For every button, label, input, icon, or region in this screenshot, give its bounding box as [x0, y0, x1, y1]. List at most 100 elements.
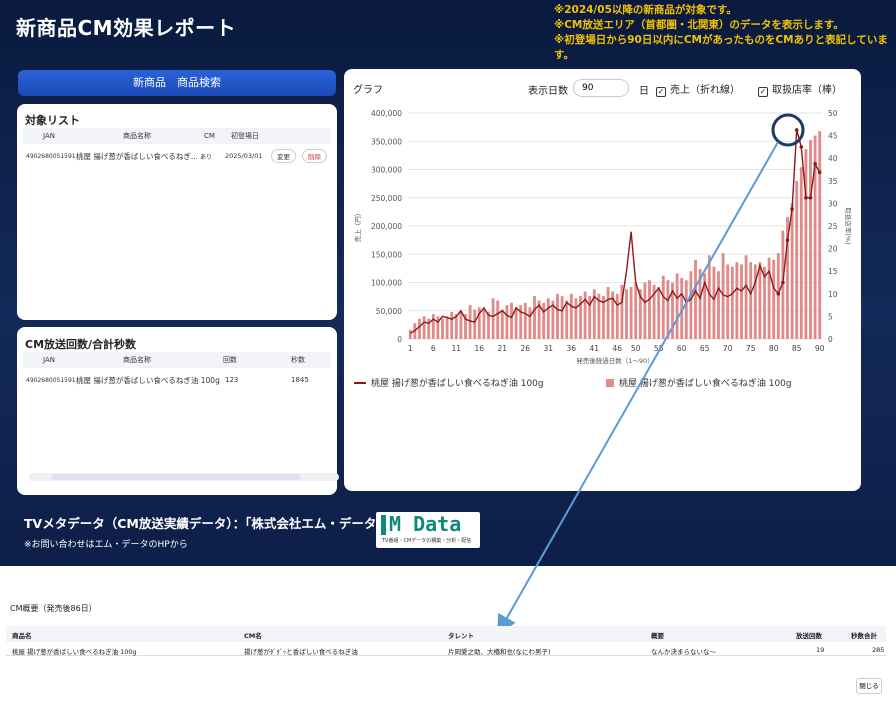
store-rate-bar [721, 253, 725, 339]
close-button[interactable]: 閉じる [856, 678, 882, 694]
note-line: ※初登場日から90日以内にCMがあったものをCMありと表記しています。 [554, 34, 888, 61]
store-rate-bar [491, 298, 495, 339]
store-rate-bar [809, 140, 812, 339]
row-count: 123 [225, 376, 239, 384]
target-list-title: 対象リスト [25, 114, 80, 127]
x-tick-label: 6 [431, 344, 436, 353]
col-product: 商品名 [12, 632, 32, 640]
store-rate-bar [606, 287, 610, 339]
scroll-thumb[interactable] [51, 474, 301, 480]
col-seconds-total: 秒数合計 [851, 632, 877, 640]
days-input[interactable]: 90 [573, 79, 629, 97]
sales-point [813, 162, 817, 166]
store-rate-bar [441, 318, 444, 339]
store-rate-bar [629, 287, 633, 339]
report-page: 新商品CM効果レポート ※2024/05以降の新商品が対象です。 ※CM放送エリ… [0, 0, 896, 704]
col-jan: JAN [43, 356, 55, 364]
store-rate-bar [735, 262, 739, 339]
col-overview: 概要 [651, 632, 664, 640]
store-rate-bar [772, 259, 776, 339]
sales-line [409, 129, 821, 334]
store-rate-bar [634, 282, 638, 339]
summary-header: 商品名 CM名 タレント 概要 放送回数 秒数合計 [6, 626, 886, 642]
store-rate-bar [717, 271, 720, 339]
row-cm: あり [200, 153, 213, 161]
cell-overview: なんか決まらないな〜 [651, 648, 716, 656]
x-tick-label: 80 [769, 344, 779, 353]
x-tick-label: 75 [746, 344, 756, 353]
store-rate-bar [459, 311, 463, 339]
store-rate-bar [666, 280, 670, 339]
row-seconds: 1845 [291, 376, 309, 384]
y-tick-label: 0 [397, 335, 402, 344]
store-rate-bar [528, 307, 532, 339]
col-airings: 放送回数 [796, 632, 822, 640]
product-search-button[interactable]: 新商品 商品検索 [18, 70, 336, 96]
x-tick-label: 70 [723, 344, 733, 353]
y2-tick-label: 0 [828, 335, 833, 344]
note-line: ※2024/05以降の新商品が対象です。 [554, 4, 737, 16]
store-rate-bar [776, 253, 780, 339]
col-date: 初登場日 [231, 132, 259, 140]
store-rate-bar [730, 266, 734, 339]
mdata-logo[interactable]: M Data TV番組・CMデータの構築・分析・配信 [376, 512, 480, 548]
store-rate-bar [657, 287, 661, 339]
cell-seconds-total: 285 [872, 646, 885, 654]
store-rate-bar [689, 271, 693, 339]
store-rate-bar [482, 309, 486, 339]
target-list-panel: 対象リスト JAN 商品名称 CM 初登場日 4902680051591 桃屋 … [17, 104, 337, 320]
sales-point [776, 292, 781, 296]
x-tick-label: 11 [452, 344, 462, 353]
col-count: 回数 [223, 356, 237, 364]
store-rate-bar [468, 305, 472, 339]
store-rate-bar [744, 255, 748, 339]
store-rate-bar [454, 314, 458, 339]
y-tick-label: 150,000 [371, 250, 402, 259]
store-rate-bar [510, 302, 513, 339]
days-unit: 日 [639, 86, 649, 97]
data-source-credit: TVメタデータ（CM放送実績データ）：「株式会社エム・データ」提供 [24, 516, 414, 531]
store-rate-bar [680, 277, 684, 339]
y2-tick-label: 15 [828, 267, 838, 276]
store-rate-bar [533, 296, 536, 339]
store-rate-bar [615, 293, 619, 339]
store-rate-bar [684, 280, 688, 339]
days-label: 表示日数 [528, 86, 568, 97]
stores-checkbox[interactable]: ✓ 取扱店率（棒） [758, 81, 842, 97]
cm-count-header: JAN 商品名称 回数 秒数 [23, 352, 331, 368]
note-line: ※CM放送エリア（首都圏・北関東）のデータを表示します。 [554, 19, 844, 31]
y2-tick-label: 25 [828, 222, 838, 231]
y2-axis-label: 取扱店率(%) [844, 207, 853, 244]
x-tick-label: 1 [408, 344, 413, 353]
store-rate-bar [795, 180, 799, 339]
x-tick-label: 85 [792, 344, 802, 353]
store-rate-bar [514, 307, 518, 339]
store-rate-bar [643, 282, 647, 339]
table-row[interactable]: 4902680051591 桃屋 揚げ葱が香ばしい食べるねぎ... あり 202… [23, 145, 331, 167]
x-tick-label: 16 [475, 344, 485, 353]
store-rate-bar [431, 314, 435, 339]
y-tick-label: 350,000 [371, 137, 402, 146]
summary-row[interactable]: 桃屋 揚げ葱が香ばしい食べるねぎ油 100g 揚げ葱がﾀﾞﾀﾞｯと香ばしい食べる… [6, 642, 886, 656]
contact-note: ※お問い合わせはエム・データのHPから [24, 540, 188, 550]
delete-button[interactable]: 削除 [302, 149, 327, 163]
store-rate-bar [542, 302, 546, 339]
store-rate-bar [418, 318, 421, 339]
x-tick-label: 46 [613, 344, 623, 353]
store-rate-bar [758, 262, 762, 339]
change-button[interactable]: 変更 [271, 149, 296, 163]
x-tick-label: 26 [521, 344, 531, 353]
legend-bar-swatch [606, 379, 614, 387]
store-rate-bar [569, 293, 573, 339]
sales-checkbox[interactable]: ✓ 売上（折れ線） [656, 81, 740, 97]
cell-cm-name: 揚げ葱がﾀﾞﾀﾞｯと香ばしい食べるねぎ油 [244, 648, 358, 656]
sales-point [808, 195, 813, 200]
col-name: 商品名称 [123, 132, 151, 140]
sales-point [781, 280, 785, 285]
store-rate-bar [749, 262, 753, 339]
cell-talent: 片岡愛之助、大橋和也(なにわ男子) [448, 648, 551, 656]
horizontal-scrollbar[interactable] [29, 473, 339, 481]
y2-tick-label: 10 [828, 290, 838, 299]
y2-tick-label: 5 [828, 312, 833, 321]
table-row[interactable]: 4902680051591 桃屋 揚げ葱が香ばしい食べるねぎ油 100g 123… [23, 369, 331, 391]
